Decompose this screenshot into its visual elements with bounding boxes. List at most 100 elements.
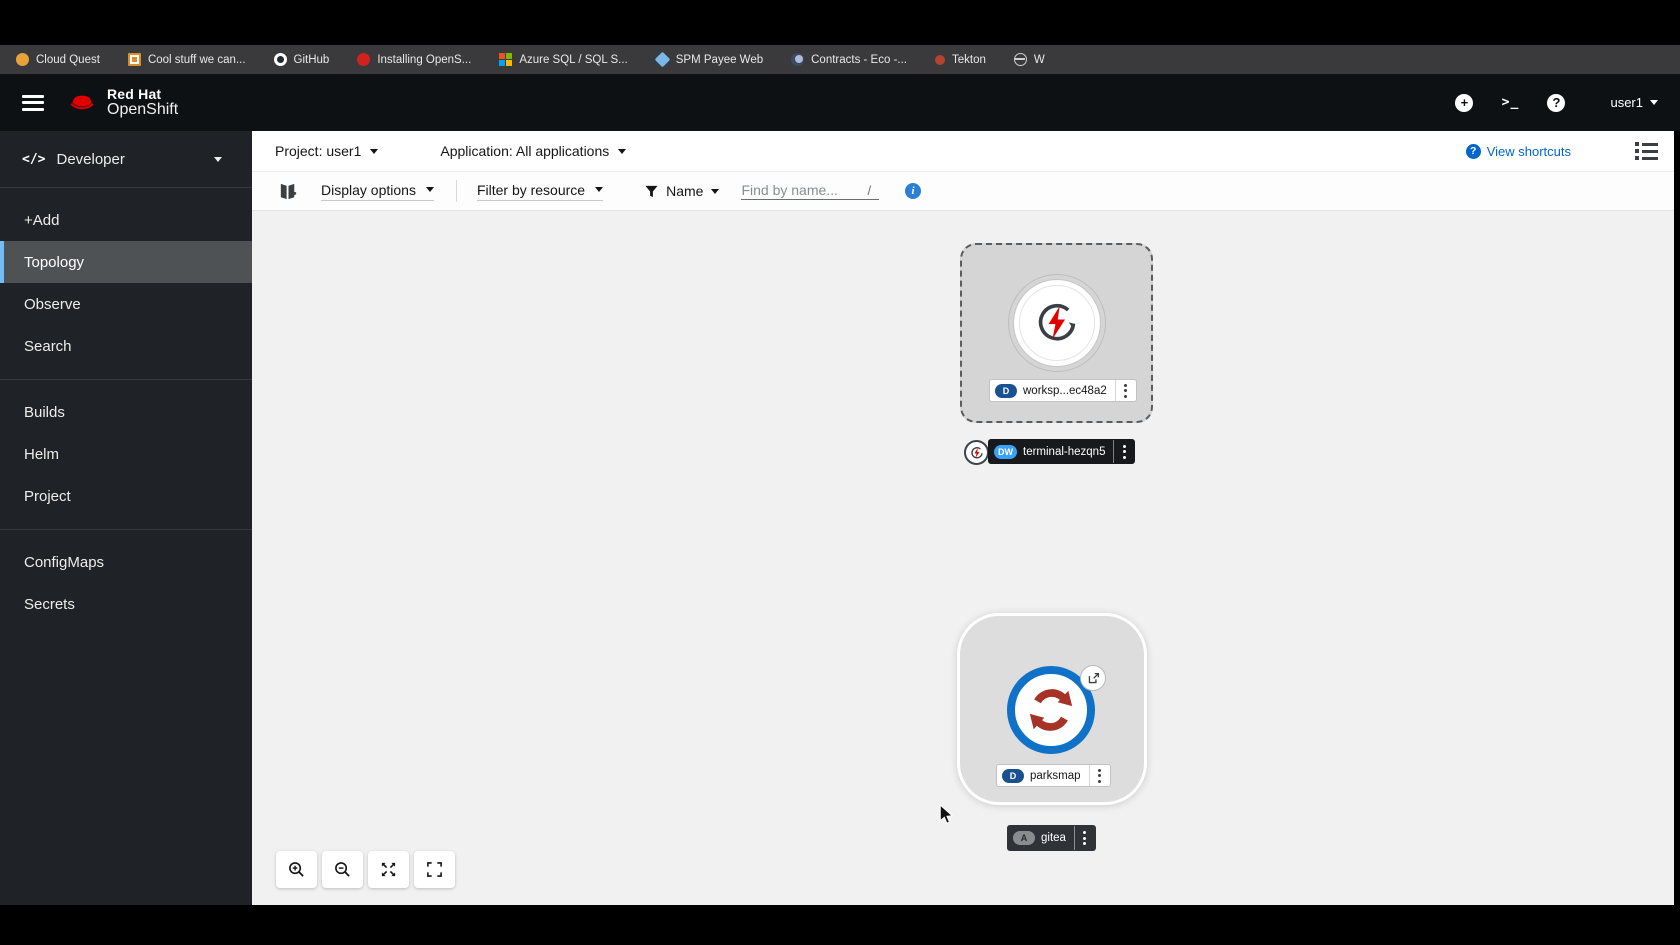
workspace-node[interactable]: D worksp...ec48a2 xyxy=(960,243,1153,423)
list-view-toggle-icon[interactable] xyxy=(1635,142,1658,160)
bookmark-label: Cloud Quest xyxy=(36,53,100,66)
filter-by-resource-dropdown[interactable]: Filter by resource xyxy=(476,182,604,201)
application-dropdown[interactable]: Application: All applications xyxy=(440,143,627,159)
bookmark-spm-payee[interactable]: SPM Payee Web xyxy=(654,51,764,68)
brand-logo[interactable]: Red Hat OpenShift xyxy=(68,86,178,119)
moon-favicon xyxy=(791,53,805,66)
bookmark-label: Cool stuff we can... xyxy=(147,53,246,66)
kebab-menu-icon[interactable] xyxy=(1090,765,1110,786)
screen: Cloud Quest Cool stuff we can... GitHub … xyxy=(0,0,1680,945)
sidebar-item-search[interactable]: Search xyxy=(0,325,252,367)
mouse-cursor xyxy=(939,805,954,824)
bookmark-label: SPM Payee Web xyxy=(675,53,764,66)
parksmap-application-group[interactable]: D parksmap xyxy=(957,613,1147,805)
display-options-dropdown[interactable]: Display options xyxy=(321,182,434,201)
bookmark-label: Installing OpenS... xyxy=(377,53,472,66)
nav-toggle-hamburger-icon[interactable] xyxy=(22,94,44,111)
application-badge: A xyxy=(1013,831,1035,845)
info-icon[interactable]: i xyxy=(905,183,922,199)
bookmark-w[interactable]: W xyxy=(1013,53,1045,66)
sidebar-item-helm[interactable]: Helm xyxy=(0,433,252,475)
sidebar-item-builds[interactable]: Builds xyxy=(0,391,252,433)
bookmark-azure-sql[interactable]: Azure SQL / SQL S... xyxy=(499,53,628,66)
bookmark-cloud-quest[interactable]: Cloud Quest xyxy=(16,53,100,66)
github-icon xyxy=(273,53,287,66)
terminal-node-label[interactable]: DW terminal-hezqn5 xyxy=(988,439,1136,464)
bookmark-installing-openshift[interactable]: Installing OpenS... xyxy=(357,53,471,66)
bookmark-label: Azure SQL / SQL S... xyxy=(519,53,628,66)
topology-zoom-controls xyxy=(276,851,455,888)
chevron-down-icon xyxy=(425,187,434,192)
bookmark-contracts[interactable]: Contracts - Eco -... xyxy=(791,53,907,66)
import-plus-icon[interactable]: + xyxy=(1454,93,1474,113)
external-link-icon xyxy=(1088,672,1099,683)
gitea-node-label[interactable]: A gitea xyxy=(1007,825,1096,851)
bookmark-label: Contracts - Eco -... xyxy=(811,53,907,66)
context-bar: Project: user1 Application: All applicat… xyxy=(252,131,1674,172)
sidebar-item-observe[interactable]: Observe xyxy=(0,283,252,325)
bookmark-cool-stuff[interactable]: Cool stuff we can... xyxy=(127,53,246,66)
masthead: Red Hat OpenShift + >_ ? user1 xyxy=(0,74,1680,131)
terminal-icon[interactable]: >_ xyxy=(1500,93,1520,113)
bookmark-github[interactable]: GitHub xyxy=(273,53,330,66)
perspective-switcher[interactable]: </> Developer xyxy=(0,131,252,188)
brand-openshift: OpenShift xyxy=(107,101,179,118)
sidebar-item-add[interactable]: +Add xyxy=(0,199,252,241)
user-menu[interactable]: user1 xyxy=(1610,95,1658,110)
help-icon[interactable]: ? xyxy=(1546,93,1566,113)
devworkspace-badge: DW xyxy=(994,444,1017,459)
redhat-fedora-icon xyxy=(70,95,94,109)
reset-view-button[interactable] xyxy=(414,851,455,888)
openshift-rotating-arrows-icon xyxy=(1029,689,1073,731)
deployment-badge: D xyxy=(1002,768,1024,783)
circle-favicon xyxy=(934,54,945,65)
quick-search-catalog-icon[interactable] xyxy=(277,180,300,203)
code-icon: </> xyxy=(22,151,46,167)
topology-canvas[interactable]: D worksp...ec48a2 DW terminal-hezqn5 D p… xyxy=(252,211,1674,905)
deployment-badge: D xyxy=(995,383,1017,398)
brand-redhat: Red Hat xyxy=(107,86,162,102)
terminal-mini-node[interactable] xyxy=(964,440,989,465)
sidebar-nav: </> Developer +Add Topology Observe Sear… xyxy=(0,131,252,905)
chevron-down-icon xyxy=(214,156,222,162)
chevron-down-icon xyxy=(711,188,720,194)
zoom-out-button[interactable] xyxy=(322,851,363,888)
sidebar-item-topology[interactable]: Topology xyxy=(0,241,252,283)
username: user1 xyxy=(1610,95,1643,110)
diamond-favicon xyxy=(654,51,671,68)
devworkspace-sync-icon xyxy=(970,446,983,458)
circle-favicon xyxy=(16,53,29,66)
chevron-down-icon xyxy=(1650,100,1658,105)
kebab-menu-icon[interactable] xyxy=(1114,440,1134,463)
parksmap-node-label[interactable]: D parksmap xyxy=(996,764,1111,787)
globe-icon xyxy=(1013,53,1027,66)
chevron-down-icon xyxy=(595,187,604,192)
view-shortcuts-link[interactable]: ? View shortcuts xyxy=(1465,143,1571,159)
circle-favicon xyxy=(357,53,371,66)
browser-bookmarks-bar: Cloud Quest Cool stuff we can... GitHub … xyxy=(0,45,1680,74)
slash-shortcut-hint: / xyxy=(867,182,872,198)
bookmark-label: W xyxy=(1033,53,1045,66)
sidebar-item-configmaps[interactable]: ConfigMaps xyxy=(0,541,252,583)
help-circle-icon: ? xyxy=(1465,143,1481,159)
microsoft-squares-icon xyxy=(499,53,513,66)
kebab-menu-icon[interactable] xyxy=(1116,380,1136,401)
kebab-menu-icon[interactable] xyxy=(1075,826,1095,850)
find-by-name-input[interactable] xyxy=(741,182,864,198)
chevron-down-icon xyxy=(370,148,379,154)
project-dropdown[interactable]: Project: user1 xyxy=(275,143,379,159)
chevron-down-icon xyxy=(618,148,627,154)
name-filter-dropdown[interactable]: Name xyxy=(645,183,720,199)
zoom-in-button[interactable] xyxy=(276,851,317,888)
bookmark-label: GitHub xyxy=(293,53,330,66)
bookmark-label: Tekton xyxy=(951,53,986,66)
square-favicon xyxy=(127,53,141,66)
topology-toolbar: Display options Filter by resource Name xyxy=(252,172,1674,211)
sidebar-item-project[interactable]: Project xyxy=(0,475,252,517)
fit-to-screen-button[interactable] xyxy=(368,851,409,888)
sidebar-item-secrets[interactable]: Secrets xyxy=(0,583,252,625)
workspace-node-label[interactable]: D worksp...ec48a2 xyxy=(989,379,1137,402)
bookmark-tekton[interactable]: Tekton xyxy=(934,53,986,66)
open-url-decorator[interactable] xyxy=(1080,665,1106,691)
filter-funnel-icon xyxy=(645,185,658,197)
